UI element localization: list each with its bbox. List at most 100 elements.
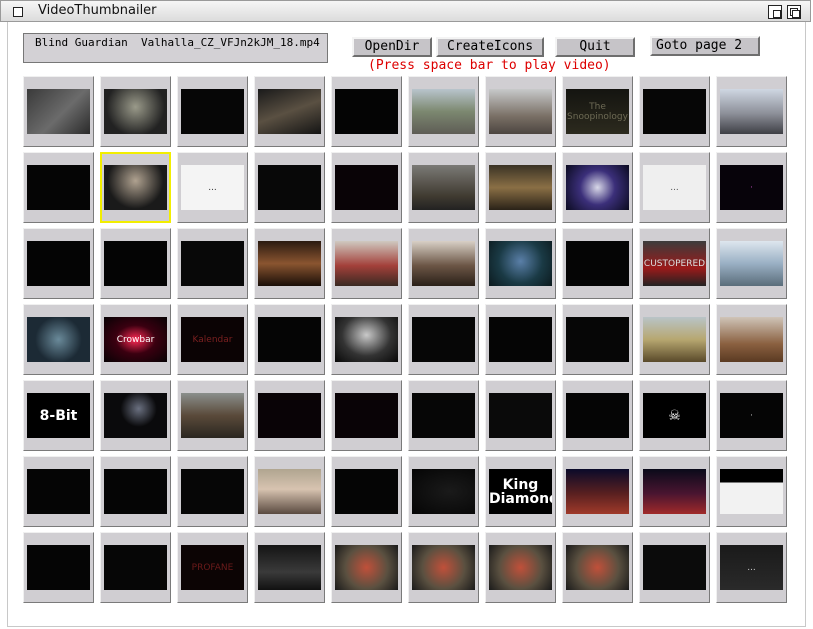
thumbnail-caption: ·	[750, 182, 753, 193]
iconify-icon[interactable]	[768, 5, 782, 19]
thumbnail-image	[104, 469, 167, 514]
video-thumbnail[interactable]	[716, 228, 787, 299]
video-thumbnail[interactable]	[639, 76, 710, 147]
video-thumbnail[interactable]	[485, 152, 556, 223]
video-thumbnail[interactable]	[254, 532, 325, 603]
video-thumbnail[interactable]	[562, 456, 633, 527]
current-file-label: Blind Guardian Valhalla_CZ_VFJn2kJM_18.m…	[23, 33, 328, 63]
video-thumbnail[interactable]	[23, 456, 94, 527]
video-thumbnail[interactable]	[408, 380, 479, 451]
video-thumbnail[interactable]	[331, 380, 402, 451]
thumbnail-image	[720, 469, 783, 514]
video-thumbnail[interactable]	[100, 76, 171, 147]
thumbnail-image	[566, 241, 629, 286]
video-thumbnail[interactable]	[254, 76, 325, 147]
video-thumbnail[interactable]	[23, 304, 94, 375]
video-thumbnail[interactable]: CUSTOPERED	[639, 228, 710, 299]
thumbnail-image	[489, 165, 552, 210]
video-thumbnail[interactable]	[23, 152, 94, 223]
thumbnail-image	[181, 241, 244, 286]
video-thumbnail[interactable]	[23, 228, 94, 299]
thumbnail-image: ·	[720, 393, 783, 438]
video-thumbnail[interactable]: ...	[639, 152, 710, 223]
thumbnail-image	[720, 317, 783, 362]
thumbnail-image	[27, 469, 90, 514]
video-thumbnail[interactable]	[254, 380, 325, 451]
window-menu-icon[interactable]	[13, 7, 23, 17]
thumbnail-caption: ...	[670, 182, 679, 193]
video-thumbnail[interactable]	[100, 456, 171, 527]
video-thumbnail[interactable]	[639, 304, 710, 375]
thumbnail-image	[489, 89, 552, 134]
video-thumbnail[interactable]	[716, 76, 787, 147]
video-thumbnail[interactable]	[331, 532, 402, 603]
video-thumbnail[interactable]	[177, 228, 248, 299]
video-thumbnail[interactable]	[254, 228, 325, 299]
video-thumbnail[interactable]	[562, 380, 633, 451]
thumbnail-image	[335, 89, 398, 134]
thumbnail-caption: ·	[750, 410, 753, 421]
thumbnail-image	[27, 89, 90, 134]
video-thumbnail[interactable]: King Diamond	[485, 456, 556, 527]
open-dir-button[interactable]: OpenDir	[352, 37, 432, 57]
video-thumbnail[interactable]	[408, 228, 479, 299]
video-thumbnail[interactable]	[100, 152, 171, 223]
video-thumbnail[interactable]	[562, 532, 633, 603]
video-thumbnail[interactable]	[254, 304, 325, 375]
video-thumbnail[interactable]	[408, 76, 479, 147]
video-thumbnail[interactable]: ☠	[639, 380, 710, 451]
video-thumbnail[interactable]	[254, 456, 325, 527]
video-thumbnail[interactable]	[485, 380, 556, 451]
video-thumbnail[interactable]	[639, 456, 710, 527]
thumbnail-image	[27, 545, 90, 590]
video-thumbnail[interactable]	[331, 152, 402, 223]
video-thumbnail[interactable]	[408, 532, 479, 603]
video-thumbnail[interactable]: The Snoopinology	[562, 76, 633, 147]
video-thumbnail[interactable]	[408, 152, 479, 223]
quit-button[interactable]: Quit	[555, 37, 635, 57]
video-thumbnail[interactable]: ·	[716, 152, 787, 223]
video-thumbnail[interactable]	[254, 152, 325, 223]
maximize-icon[interactable]	[787, 5, 801, 19]
video-thumbnail[interactable]	[177, 76, 248, 147]
video-thumbnail[interactable]: Kalendar	[177, 304, 248, 375]
video-thumbnail[interactable]	[639, 532, 710, 603]
video-thumbnail[interactable]	[23, 532, 94, 603]
play-hint: (Press space bar to play video)	[368, 58, 611, 73]
video-thumbnail[interactable]	[23, 76, 94, 147]
thumbnail-caption: 8-Bit	[39, 407, 78, 424]
video-thumbnail[interactable]: ...	[177, 152, 248, 223]
video-thumbnail[interactable]	[177, 456, 248, 527]
video-thumbnail[interactable]	[562, 152, 633, 223]
video-thumbnail[interactable]: ...	[716, 532, 787, 603]
thumbnail-image	[566, 317, 629, 362]
video-thumbnail[interactable]	[485, 532, 556, 603]
video-thumbnail[interactable]	[716, 304, 787, 375]
video-thumbnail[interactable]	[485, 76, 556, 147]
video-thumbnail[interactable]	[331, 228, 402, 299]
video-thumbnail[interactable]: ·	[716, 380, 787, 451]
thumbnail-image	[643, 317, 706, 362]
video-thumbnail[interactable]	[562, 304, 633, 375]
video-thumbnail[interactable]: Crowbar	[100, 304, 171, 375]
video-thumbnail[interactable]	[100, 380, 171, 451]
video-thumbnail[interactable]	[408, 456, 479, 527]
video-thumbnail[interactable]	[100, 228, 171, 299]
video-thumbnail[interactable]	[408, 304, 479, 375]
video-thumbnail[interactable]: 8-Bit	[23, 380, 94, 451]
video-thumbnail[interactable]	[331, 76, 402, 147]
video-thumbnail[interactable]	[100, 532, 171, 603]
video-thumbnail[interactable]	[562, 228, 633, 299]
video-thumbnail[interactable]	[331, 456, 402, 527]
create-icons-button[interactable]: CreateIcons	[436, 37, 544, 57]
thumbnail-image: ...	[720, 545, 783, 590]
thumbnail-image	[27, 241, 90, 286]
video-thumbnail[interactable]	[716, 456, 787, 527]
video-thumbnail[interactable]	[331, 304, 402, 375]
video-thumbnail[interactable]	[485, 228, 556, 299]
video-thumbnail[interactable]: PROFANE	[177, 532, 248, 603]
thumbnail-image	[181, 393, 244, 438]
goto-page-button[interactable]: Goto page 2	[650, 36, 760, 56]
video-thumbnail[interactable]	[177, 380, 248, 451]
video-thumbnail[interactable]	[485, 304, 556, 375]
